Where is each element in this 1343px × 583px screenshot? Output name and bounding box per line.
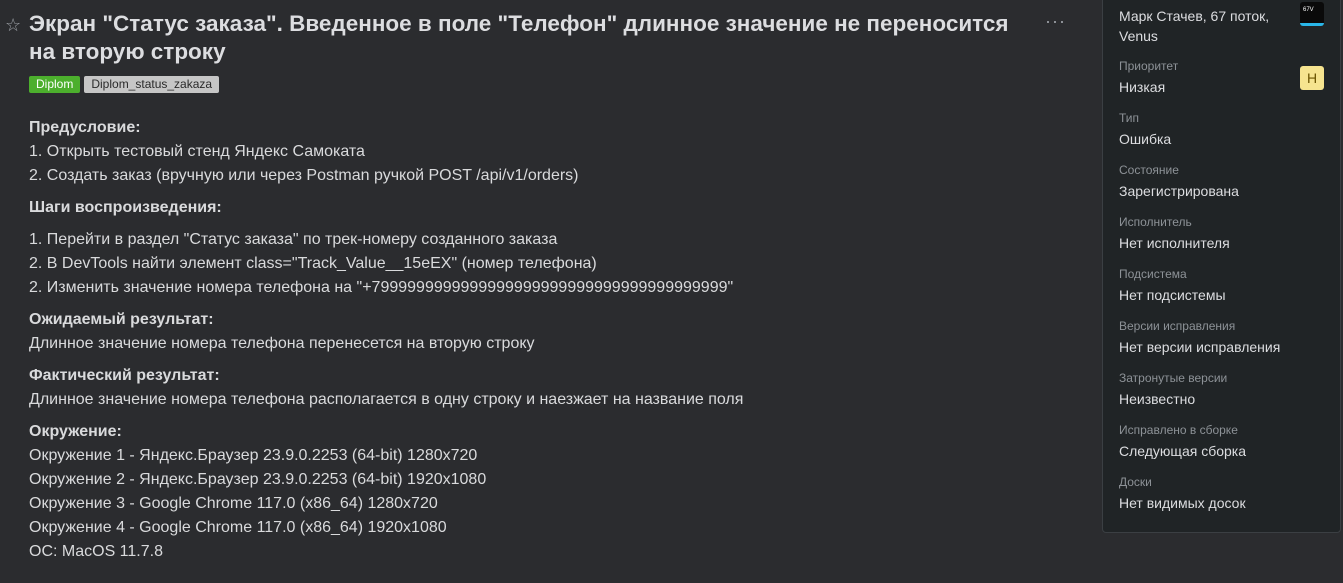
field-label: Затронутые версии [1119,371,1228,385]
tag-diplom-status-zakaza[interactable]: Diplom_status_zakaza [84,76,220,93]
reporter-group-line: Venus [1119,28,1158,44]
actual-heading: Фактический результат: [29,367,220,384]
precondition-line: 2. Создать заказ (вручную или через Post… [29,167,579,184]
field-value[interactable]: Нет версии исправления [1119,338,1280,356]
field-label: Подсистема [1119,267,1187,281]
environment-line: ОС: MacOS 11.7.8 [29,543,163,560]
environment-line: Окружение 4 - Google Chrome 117.0 (x86_6… [29,519,447,536]
tag-list: Diplom Diplom_status_zakaza [29,76,220,93]
field-subsystem[interactable]: Подсистема Нет подсистемы [1119,266,1226,304]
expected-heading: Ожидаемый результат: [29,311,214,328]
reporter-group-value[interactable]: Марк Стачев, 67 поток, Venus [1119,6,1289,46]
expected-line: Длинное значение номера телефона перенес… [29,335,535,352]
actual-line: Длинное значение номера телефона распола… [29,391,744,408]
environment-heading: Окружение: [29,423,122,440]
more-options-icon[interactable]: ··· [1045,11,1066,32]
environment-line: Окружение 3 - Google Chrome 117.0 (x86_6… [29,495,438,512]
field-label: Приоритет [1119,59,1179,73]
issue-fields-sidebar: Марк Стачев, 67 поток, Venus 67V Н Приор… [1102,0,1341,533]
steps-heading: Шаги воспроизведения: [29,199,222,216]
field-fixed-in-build[interactable]: Исправлено в сборке Следующая сборка [1119,422,1246,460]
field-assignee[interactable]: Исполнитель Нет исполнителя [1119,214,1230,252]
issue-title[interactable]: Экран "Статус заказа". Введенное в поле … [29,10,1029,66]
field-value[interactable]: Зарегистрирована [1119,182,1239,200]
field-value[interactable]: Низкая [1119,78,1178,96]
field-value[interactable]: Неизвестно [1119,390,1227,408]
field-affected-versions[interactable]: Затронутые версии Неизвестно [1119,370,1227,408]
precondition-heading: Предусловие: [29,119,141,136]
field-value[interactable]: Нет исполнителя [1119,234,1230,252]
steps-line: 2. В DevTools найти элемент class="Track… [29,255,597,272]
star-icon[interactable]: ☆ [5,15,21,36]
reporter-group-line: Марк Стачев, 67 поток, [1119,8,1270,24]
field-type[interactable]: Тип Ошибка [1119,110,1171,148]
field-label: Исправлено в сборке [1119,423,1238,437]
field-value[interactable]: Нет подсистемы [1119,286,1226,304]
field-label: Исполнитель [1119,215,1192,229]
field-fix-versions[interactable]: Версии исправления Нет версии исправлени… [1119,318,1280,356]
steps-line: 1. Перейти в раздел "Статус заказа" по т… [29,231,558,248]
environment-line: Окружение 1 - Яндекс.Браузер 23.9.0.2253… [29,447,478,464]
tag-diplom[interactable]: Diplom [29,76,81,93]
field-value[interactable]: Ошибка [1119,130,1171,148]
steps-line: 2. Изменить значение номера телефона на … [29,279,734,296]
issue-description: Предусловие: 1. Открыть тестовый стенд Я… [29,116,1079,564]
field-label: Доски [1119,475,1152,489]
field-label: Состояние [1119,163,1179,177]
field-boards[interactable]: Доски Нет видимых досок [1119,474,1246,512]
field-label: Тип [1119,111,1140,125]
precondition-line: 1. Открыть тестовый стенд Яндекс Самокат… [29,143,365,160]
field-value[interactable]: Следующая сборка [1119,442,1246,460]
field-priority[interactable]: Приоритет Низкая [1119,58,1178,96]
field-label: Версии исправления [1119,319,1236,333]
field-state[interactable]: Состояние Зарегистрирована [1119,162,1239,200]
avatar[interactable]: 67V [1300,2,1324,26]
environment-line: Окружение 2 - Яндекс.Браузер 23.9.0.2253… [29,471,487,488]
issue-page: ☆ Экран "Статус заказа". Введенное в пол… [0,0,1343,583]
priority-badge[interactable]: Н [1300,66,1324,90]
field-value[interactable]: Нет видимых досок [1119,494,1246,512]
